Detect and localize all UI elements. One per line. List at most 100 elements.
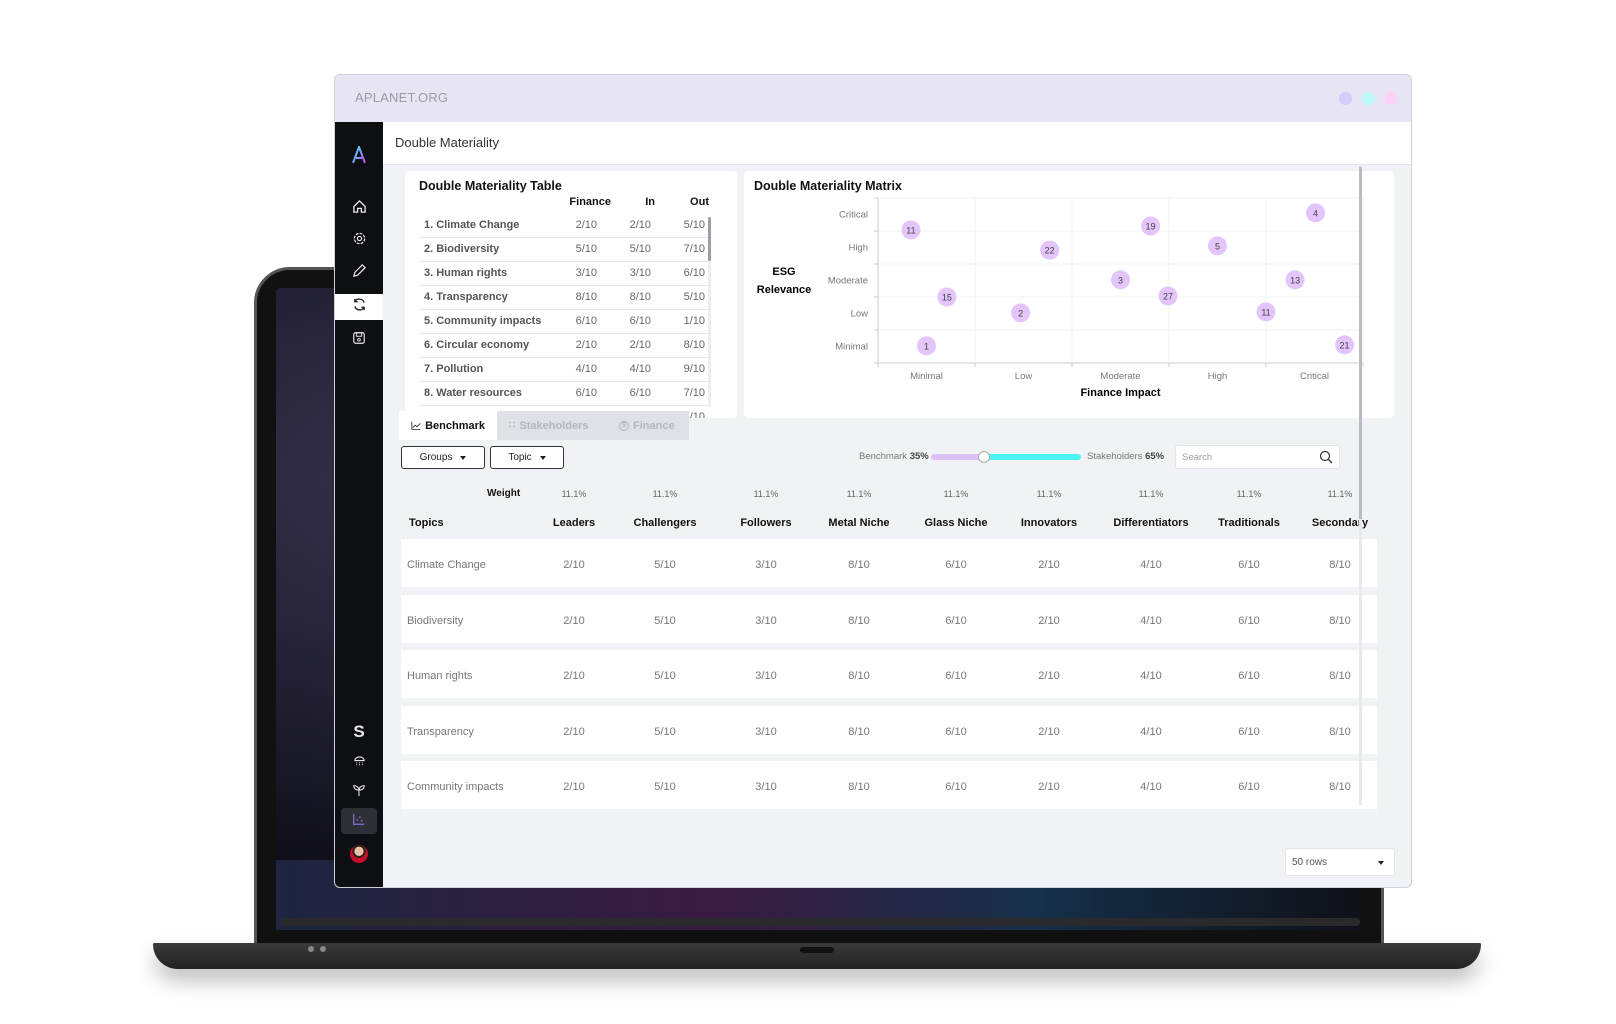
logo-icon[interactable] [335,142,383,168]
column-header[interactable]: Differentiators [1096,517,1206,529]
y-tick-label: Minimal [835,342,868,353]
score-cell: 6/10 [1238,614,1260,627]
window-dot-cyan[interactable] [1362,92,1375,105]
column-header[interactable]: Innovators [994,517,1104,529]
score-cell: 3/10 [755,781,777,793]
score-cell: 6/10 [945,725,967,738]
sidebar-item-edit[interactable] [335,260,383,286]
sidebar-item-refresh[interactable] [335,294,383,320]
score-cell: 5/10 [654,725,676,738]
y-tick-label: Moderate [828,276,868,287]
topic-name: 3. Human rights [424,267,508,279]
score-cell: 9/10 [683,363,705,375]
score-cell: 5/10 [683,291,705,303]
column-header[interactable]: Secondary [1285,517,1395,529]
caret-down-icon [1378,861,1384,865]
score-cell: 4/10 [1140,725,1162,738]
score-cell: 8/10 [848,781,870,793]
score-cell: 3/10 [755,614,777,627]
dollar-icon: $ [619,420,629,431]
y-tick-label: Low [851,309,869,320]
avatar[interactable] [350,845,368,863]
sidebar-item-sprout[interactable] [335,779,383,805]
sidebar-item-cloud[interactable] [335,750,383,776]
score-cell: 8/10 [1329,670,1351,682]
double-materiality-matrix: Double Materiality Matrix Minimal Low Mode… [744,171,1394,418]
score-cell: 8/10 [1329,614,1351,627]
score-cell: 4/10 [575,363,597,375]
table-scrollbar-thumb[interactable] [708,217,711,261]
table-row[interactable]: 5. Community impacts 6/10 6/10 1/10 [419,310,709,334]
score-cell: 3/10 [755,725,777,738]
main-scrollbar-thumb[interactable] [1359,167,1362,519]
table-row[interactable]: Transparency 2/10 5/10 3/10 8/10 6/10 2/10 4/10… [401,705,1377,758]
tab-stakeholders[interactable]: ∷ Stakeholders [497,411,607,440]
table-row[interactable]: 4. Transparency 8/10 8/10 5/10 [419,286,709,310]
table-row[interactable]: Climate Change 2/10 5/10 3/10 8/10 6/10 2/10 4/… [401,539,1377,591]
sidebar-item-save[interactable] [335,327,383,353]
table-row[interactable]: Community impacts 2/10 5/10 3/10 8/10 6/10 2/1… [401,761,1377,813]
score-cell: 5/10 [629,243,651,255]
score-cell: 2/10 [575,339,597,351]
sidebar-item-settings[interactable] [335,228,383,254]
score-cell: 8/10 [848,614,870,627]
laptop-hinge [280,918,1360,926]
table-row[interactable]: 6. Circular economy 2/10 2/10 8/10 [419,334,709,358]
weight-slider[interactable] [931,454,1081,460]
window-dot-purple[interactable] [1339,92,1352,105]
score-cell: 2/10 [563,725,585,738]
score-cell: 6/10 [1238,559,1260,571]
point-label: 11 [906,226,915,236]
score-cell: 4/10 [1140,614,1162,627]
score-cell: 2/10 [563,670,585,682]
score-cell: 6/10 [1238,725,1260,738]
search-icon[interactable] [1319,450,1333,464]
search-input[interactable]: Search [1175,445,1340,469]
score-cell: 2/10 [1038,559,1060,571]
table-row[interactable]: 1. Climate Change 2/10 2/10 5/10 [419,214,709,238]
rows-per-page-select[interactable]: 50 rows [1285,848,1395,876]
point-label: 13 [1290,275,1300,285]
score-cell: 2/10 [563,614,585,627]
sidebar-item-home[interactable] [335,196,383,222]
slider-handle[interactable] [977,451,990,463]
score-cell: 5/10 [654,614,676,627]
weight-value: 11.1% [1036,489,1062,499]
tab-label: Benchmark [425,419,485,432]
table-row[interactable]: Human rights 2/10 5/10 3/10 8/10 6/10 2/10 4/10… [401,650,1377,702]
point-label: 1 [924,341,929,351]
score-cell: 1/10 [683,315,705,327]
refresh-icon [352,297,367,317]
table-row[interactable]: Biodiversity 2/10 5/10 3/10 8/10 6/10 2/10 4/10… [401,594,1377,647]
column-header[interactable]: Challengers [610,517,720,529]
port-dot [308,946,314,952]
table-row[interactable]: 8. Water resources 6/10 6/10 7/10 [419,382,709,406]
save-icon [352,331,366,350]
sidebar-item-s[interactable]: S [335,719,383,745]
score-cell: 6/10 [945,559,967,571]
point-label: 27 [1163,292,1173,302]
topic-dropdown[interactable]: Topic [490,446,564,469]
point-label: 19 [1146,222,1156,232]
window-dot-pink[interactable] [1384,92,1397,105]
caret-down-icon [460,455,467,460]
column-header[interactable]: Metal Niche [804,517,914,529]
x-axis-label: Finance Impact [1080,387,1160,399]
x-tick-label: Moderate [1100,371,1140,382]
groups-dropdown[interactable]: Groups [401,446,485,469]
score-cell: 2/10 [1038,670,1060,682]
table-row[interactable]: 2. Biodiversity 5/10 5/10 7/10 [419,238,709,262]
score-cell: 2/10 [1038,614,1060,627]
topic-name: 1. Climate Change [424,219,520,231]
tab-finance[interactable]: $ Finance [607,411,689,440]
title-bar: APLANET.ORG [335,75,1411,122]
tab-benchmark[interactable]: Benchmark [399,411,497,440]
sidebar-item-matrix[interactable] [341,808,377,834]
slider-right-label: Stakeholders 65% [1087,451,1165,462]
table-row[interactable]: 7. Pollution 4/10 4/10 9/10 [419,358,709,382]
weight-value: 11.1% [753,489,779,499]
sidebar: S [335,122,383,887]
table-row[interactable]: 3. Human rights 3/10 3/10 6/10 [419,262,709,286]
weight-value: 11.1% [943,489,969,499]
site-name: APLANET.ORG [355,90,449,105]
